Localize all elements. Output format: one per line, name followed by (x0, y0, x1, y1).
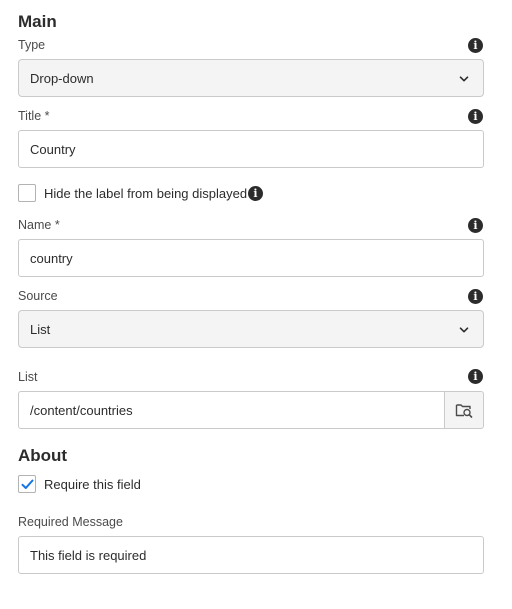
list-label: List (18, 370, 38, 384)
required-message-input[interactable]: This field is required (18, 536, 484, 574)
type-select[interactable]: Drop-down (18, 59, 484, 97)
hide-label-info-icon[interactable]: i (248, 186, 263, 201)
hide-label-checkbox[interactable] (18, 184, 36, 202)
hide-label-checkbox-label: Hide the label from being displayed (44, 186, 248, 201)
type-select-value: Drop-down (30, 70, 94, 86)
title-label: Title * (18, 109, 50, 123)
source-info-icon[interactable]: i (468, 289, 483, 304)
name-input[interactable]: country (18, 239, 484, 277)
source-select[interactable]: List (18, 310, 484, 348)
checkmark-icon (21, 479, 33, 489)
list-path-input[interactable]: /content/countries (18, 391, 445, 429)
chevron-down-icon (459, 327, 469, 333)
title-input[interactable]: Country (18, 130, 484, 168)
title-info-icon[interactable]: i (468, 109, 483, 124)
name-label: Name * (18, 218, 60, 232)
require-field-checkbox-label: Require this field (44, 477, 141, 492)
type-info-icon[interactable]: i (468, 38, 483, 53)
section-title-about: About (18, 446, 68, 465)
section-title-main: Main (18, 12, 57, 31)
type-label: Type (18, 38, 46, 52)
required-message-label: Required Message (18, 515, 123, 529)
source-label: Source (18, 289, 58, 303)
browse-button[interactable] (444, 391, 484, 429)
list-info-icon[interactable]: i (468, 369, 483, 384)
folder-search-icon (455, 404, 473, 418)
source-select-value: List (30, 321, 51, 337)
chevron-down-icon (459, 76, 469, 82)
require-field-checkbox[interactable] (18, 475, 36, 493)
name-info-icon[interactable]: i (468, 218, 483, 233)
